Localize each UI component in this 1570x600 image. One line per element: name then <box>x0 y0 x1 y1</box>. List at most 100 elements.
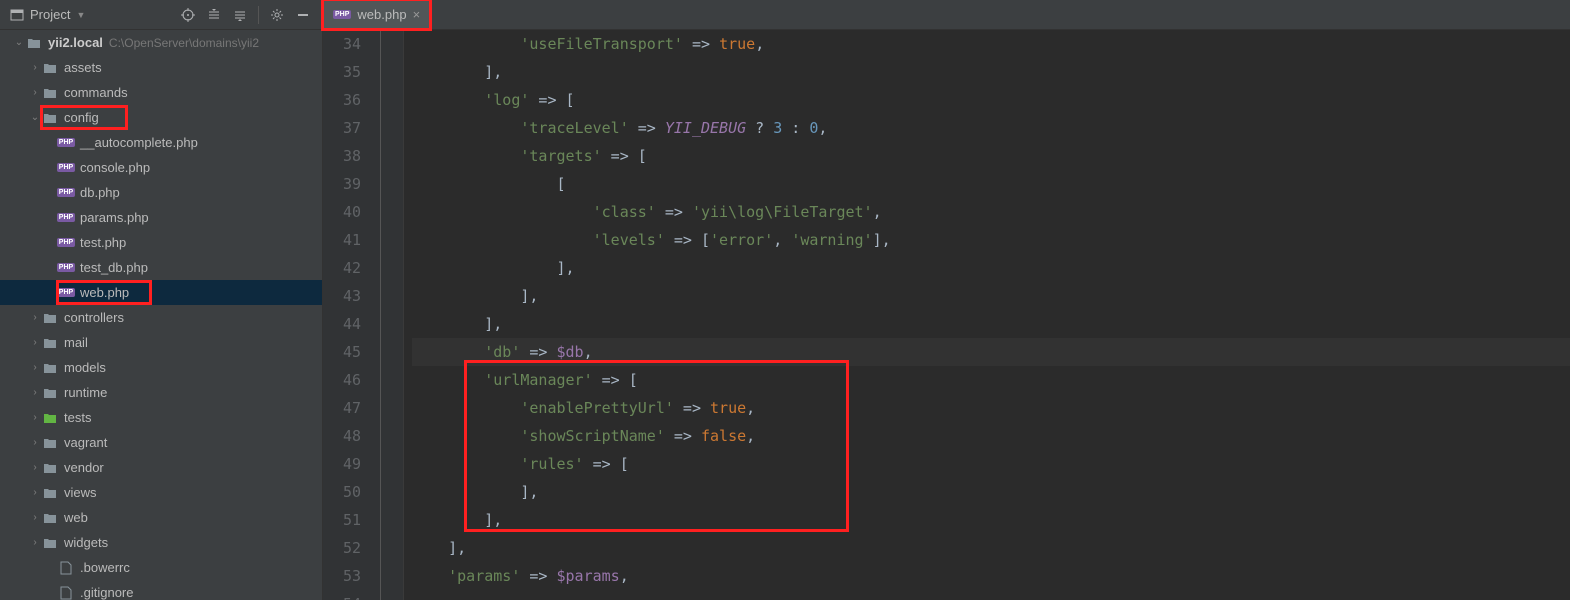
tree-arrow[interactable]: › <box>28 512 42 523</box>
tree-item-mail[interactable]: ›mail <box>0 330 322 355</box>
code-line[interactable]: 'rules' => [ <box>412 450 1570 478</box>
gear-icon[interactable] <box>265 3 289 27</box>
tree-item-vagrant[interactable]: › vagrant <box>0 430 322 455</box>
tree-item-label: assets <box>64 60 102 75</box>
code-line[interactable]: ], <box>412 534 1570 562</box>
tree-item-label: vendor <box>64 460 104 475</box>
tree-item-label: .bowerrc <box>80 560 130 575</box>
folder-icon <box>42 312 58 324</box>
code-line[interactable]: 'log' => [ <box>412 86 1570 114</box>
tree-item-config[interactable]: ⌄config <box>0 105 322 130</box>
project-label: Project <box>30 7 70 22</box>
code-line[interactable] <box>412 590 1570 600</box>
tree-item-tests[interactable]: › tests <box>0 405 322 430</box>
tree-item-views[interactable]: › views <box>0 480 322 505</box>
tree-item-label: vagrant <box>64 435 107 450</box>
gutter-fold-marks[interactable] <box>373 30 403 600</box>
code-line[interactable]: ], <box>412 254 1570 282</box>
tree-arrow[interactable]: › <box>28 337 42 348</box>
tree-item-commands[interactable]: ›commands <box>0 80 322 105</box>
tree-item--gitignore[interactable]: .gitignore <box>0 580 322 600</box>
code-line[interactable]: 'showScriptName' => false, <box>412 422 1570 450</box>
folder-icon <box>42 462 58 474</box>
tree-item-label: params.php <box>80 210 149 225</box>
tree-arrow[interactable]: › <box>28 312 42 323</box>
code-line[interactable]: [ <box>412 170 1570 198</box>
code-line[interactable]: ], <box>412 310 1570 338</box>
tree-item-console-php[interactable]: PHP console.php <box>0 155 322 180</box>
tree-item-assets[interactable]: › assets <box>0 55 322 80</box>
close-icon[interactable]: × <box>413 7 421 22</box>
file-icon <box>58 586 74 600</box>
code-line[interactable]: ], <box>412 282 1570 310</box>
tree-item-label: db.php <box>80 185 120 200</box>
tree-root[interactable]: ⌄ yii2.local C:\OpenServer\domains\yii2 <box>0 30 322 55</box>
folder-icon <box>42 512 58 524</box>
tree-item-controllers[interactable]: ›controllers <box>0 305 322 330</box>
tree-root-label: yii2.local <box>48 35 103 50</box>
project-tree[interactable]: ⌄ yii2.local C:\OpenServer\domains\yii2 … <box>0 30 323 600</box>
editor-tab-web-php[interactable]: PHP web.php × <box>323 0 431 29</box>
code-line[interactable]: ], <box>412 506 1570 534</box>
code-line[interactable]: 'params' => $params, <box>412 562 1570 590</box>
folder-icon <box>42 362 58 374</box>
folder-icon <box>42 437 58 449</box>
tree-item-label: __autocomplete.php <box>80 135 198 150</box>
tree-item-label: test.php <box>80 235 126 250</box>
php-file-icon: PHP <box>58 163 74 172</box>
folder-icon <box>42 487 58 499</box>
tree-item-label: web.php <box>80 285 129 300</box>
chevron-down-icon[interactable]: ⌄ <box>12 37 26 48</box>
code-editor: 3435363738394041424344454647484950515253… <box>323 30 1570 600</box>
tree-item-label: tests <box>64 410 91 425</box>
code-line[interactable]: ], <box>412 478 1570 506</box>
tree-item-__autocomplete-php[interactable]: PHP__autocomplete.php <box>0 130 322 155</box>
file-icon <box>58 561 74 575</box>
tree-item-label: views <box>64 485 97 500</box>
tree-arrow[interactable]: › <box>28 537 42 548</box>
tree-item-test-php[interactable]: PHPtest.php <box>0 230 322 255</box>
tree-item-label: test_db.php <box>80 260 148 275</box>
php-file-icon: PHP <box>58 288 74 297</box>
tree-arrow[interactable]: › <box>28 437 42 448</box>
tree-arrow[interactable]: › <box>28 87 42 98</box>
minimize-icon[interactable] <box>291 3 315 27</box>
locate-icon[interactable] <box>176 3 200 27</box>
tree-arrow[interactable]: ⌄ <box>28 112 42 123</box>
php-file-icon: PHP <box>58 263 74 272</box>
tree-arrow[interactable]: › <box>28 387 42 398</box>
code-line[interactable]: 'enablePrettyUrl' => true, <box>412 394 1570 422</box>
tree-item-models[interactable]: ›models <box>0 355 322 380</box>
tree-item-label: console.php <box>80 160 150 175</box>
code-line[interactable]: ], <box>412 58 1570 86</box>
code-line[interactable]: 'levels' => ['error', 'warning'], <box>412 226 1570 254</box>
tree-item-test_db-php[interactable]: PHP test_db.php <box>0 255 322 280</box>
tree-arrow[interactable]: › <box>28 412 42 423</box>
project-dropdown[interactable]: Project ▼ <box>0 7 95 22</box>
code-line[interactable]: 'db' => $db, <box>412 338 1570 366</box>
tree-item-widgets[interactable]: ›widgets <box>0 530 322 555</box>
code-line[interactable]: 'targets' => [ <box>412 142 1570 170</box>
tree-item-params-php[interactable]: PHP params.php <box>0 205 322 230</box>
code-area[interactable]: 'useFileTransport' => true, ], 'log' => … <box>404 30 1570 600</box>
tree-item-label: .gitignore <box>80 585 133 600</box>
tree-item-web-php[interactable]: PHP web.php <box>0 280 322 305</box>
tree-arrow[interactable]: › <box>28 62 42 73</box>
code-line[interactable]: 'urlManager' => [ <box>412 366 1570 394</box>
code-line[interactable]: 'useFileTransport' => true, <box>412 30 1570 58</box>
tree-item-label: runtime <box>64 385 107 400</box>
tree-item--bowerrc[interactable]: .bowerrc <box>0 555 322 580</box>
code-line[interactable]: 'traceLevel' => YII_DEBUG ? 3 : 0, <box>412 114 1570 142</box>
collapse-all-icon[interactable] <box>228 3 252 27</box>
tree-arrow[interactable]: › <box>28 487 42 498</box>
tree-arrow[interactable]: › <box>28 462 42 473</box>
tree-item-web[interactable]: ›web <box>0 505 322 530</box>
expand-all-icon[interactable] <box>202 3 226 27</box>
tree-item-vendor[interactable]: › vendor <box>0 455 322 480</box>
tree-arrow[interactable]: › <box>28 362 42 373</box>
php-file-icon: PHP <box>333 10 351 19</box>
code-line[interactable]: 'class' => 'yii\log\FileTarget', <box>412 198 1570 226</box>
php-file-icon: PHP <box>58 213 74 222</box>
tree-item-runtime[interactable]: › runtime <box>0 380 322 405</box>
tree-item-db-php[interactable]: PHPdb.php <box>0 180 322 205</box>
